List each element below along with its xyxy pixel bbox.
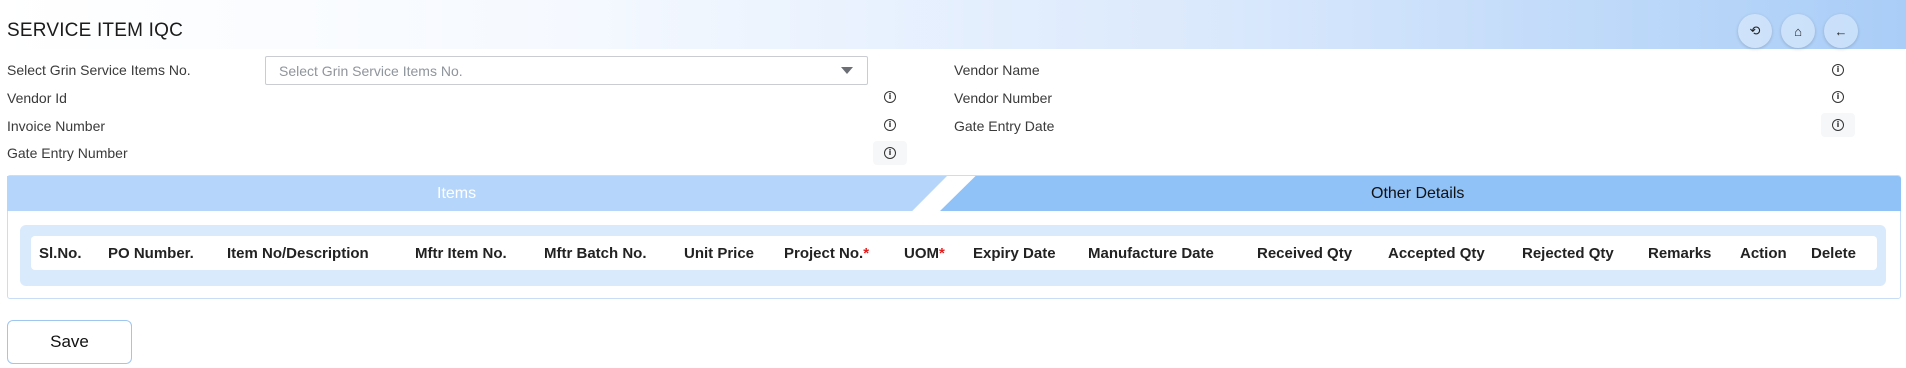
- history-button[interactable]: ⟲: [1738, 14, 1772, 48]
- required-mark: *: [939, 245, 945, 262]
- vendor-number-info-icon[interactable]: i: [1821, 85, 1855, 109]
- vendor-name-label: Vendor Name: [954, 62, 1040, 78]
- gate-entry-date-info-icon[interactable]: i: [1821, 113, 1855, 137]
- col-project-no: Project No.*: [784, 245, 870, 262]
- col-po-number: PO Number.: [108, 245, 194, 262]
- col-expiry-date: Expiry Date: [973, 245, 1056, 262]
- history-icon: ⟲: [1749, 23, 1761, 38]
- col-action: Action: [1740, 245, 1787, 262]
- gate-entry-number-info-icon[interactable]: i: [873, 141, 907, 165]
- col-item-description: Item No/Description: [227, 245, 369, 262]
- back-arrow-icon: ←: [1834, 23, 1848, 39]
- tab-other-details-label[interactable]: Other Details: [1371, 185, 1464, 203]
- vendor-id-info-icon[interactable]: i: [873, 85, 907, 109]
- col-uom: UOM*: [904, 245, 945, 262]
- vendor-number-label: Vendor Number: [954, 90, 1053, 106]
- col-unit-price: Unit Price: [684, 245, 755, 262]
- tab-items[interactable]: [7, 176, 947, 211]
- home-button[interactable]: ⌂: [1781, 14, 1815, 48]
- required-mark: *: [863, 245, 870, 262]
- col-sl-no: Sl.No.: [39, 245, 82, 262]
- grin-select-placeholder: Select Grin Service Items No.: [279, 63, 463, 79]
- page-title: SERVICE ITEM IQC: [7, 20, 183, 41]
- save-button[interactable]: Save: [7, 320, 132, 364]
- invoice-number-label: Invoice Number: [7, 118, 106, 134]
- invoice-number-info-icon[interactable]: i: [873, 113, 907, 137]
- grin-select-label: Select Grin Service Items No.: [7, 62, 191, 78]
- col-remarks: Remarks: [1648, 245, 1712, 262]
- col-mftr-batch-no: Mftr Batch No.: [544, 245, 647, 262]
- grin-select[interactable]: Select Grin Service Items No.: [265, 56, 868, 85]
- gate-entry-date-label: Gate Entry Date: [954, 118, 1055, 134]
- col-accepted-qty: Accepted Qty: [1388, 245, 1485, 262]
- col-received-qty: Received Qty: [1257, 245, 1353, 262]
- page-header: [0, 0, 1906, 49]
- home-icon: ⌂: [1794, 23, 1802, 39]
- back-button[interactable]: ←: [1824, 14, 1858, 48]
- chevron-down-icon: [841, 67, 853, 74]
- col-manufacture-date: Manufacture Date: [1088, 245, 1214, 262]
- col-mftr-item-no: Mftr Item No.: [415, 245, 507, 262]
- col-rejected-qty: Rejected Qty: [1522, 245, 1614, 262]
- vendor-id-label: Vendor Id: [7, 90, 67, 106]
- col-delete: Delete: [1811, 245, 1857, 262]
- tab-items-label[interactable]: Items: [437, 185, 476, 203]
- vendor-name-info-icon[interactable]: i: [1821, 58, 1855, 82]
- gate-entry-number-label: Gate Entry Number: [7, 145, 128, 161]
